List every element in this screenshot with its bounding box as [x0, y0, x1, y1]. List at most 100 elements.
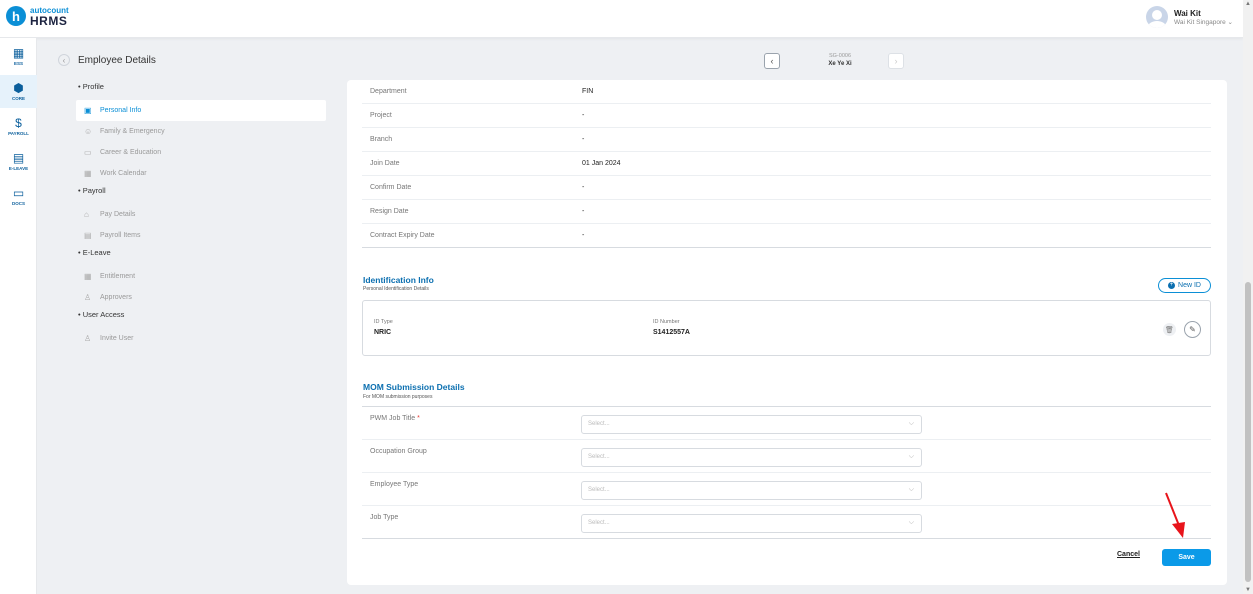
nav-item-ess[interactable]: ▦ ESS [0, 40, 37, 73]
payroll-icon: $ [15, 116, 22, 130]
id-card-icon: ▣ [84, 106, 92, 115]
nav-label: PAYROLL [8, 131, 29, 136]
sidebar-item-invite-user[interactable]: ♙ Invite User [76, 328, 326, 349]
nav-label: ESS [13, 61, 23, 66]
sidebar-item-label: Pay Details [100, 211, 136, 218]
docs-icon: ▭ [12, 186, 25, 200]
sidebar-item-label: Career & Education [100, 149, 162, 156]
page-title: Employee Details [78, 54, 156, 66]
calendar-icon: ▦ [84, 272, 92, 281]
field-label: Job Type [370, 514, 399, 521]
module-nav: ▦ ESS ⬢ CORE $ PAYROLL ▤ E-LEAVE ▭ DOCS [0, 38, 37, 594]
scroll-down-icon[interactable]: ▼ [1245, 587, 1251, 593]
scroll-thumb[interactable] [1245, 282, 1251, 582]
user-check-icon: ♙ [84, 293, 92, 302]
sidebar-item-entitlement[interactable]: ▦ Entitlement [76, 266, 326, 287]
page-header: ‹ Employee Details [58, 54, 156, 66]
pwm-job-title-select[interactable]: Select... ⌵ [581, 415, 922, 434]
sidebar-item-label: Payroll Items [100, 232, 141, 239]
id-record: ID Type NRIC ID Number S1412557A 🗑 ✎ [362, 300, 1211, 356]
detail-label: Confirm Date [370, 184, 412, 191]
calendar-icon: ▦ [84, 169, 92, 178]
identification-subtitle: Personal Identification Details [363, 286, 429, 292]
sidebar-item-pay-details[interactable]: ⌂ Pay Details [76, 204, 326, 225]
detail-label: Join Date [370, 160, 400, 167]
trash-icon[interactable]: 🗑 [1163, 323, 1176, 336]
field-label: Employee Type [370, 481, 419, 488]
sidebar-item-payroll-items[interactable]: ▤ Payroll Items [76, 225, 326, 246]
employee-type-select[interactable]: Select... ⌵ [581, 481, 922, 500]
detail-value: 01 Jan 2024 [582, 160, 621, 167]
detail-row-project: Project - [362, 104, 1211, 128]
nav-label: E-LEAVE [8, 166, 29, 171]
new-id-button[interactable]: + New ID [1158, 278, 1211, 293]
employee-name: Xe Ye Xi [828, 61, 852, 67]
top-bar: h autocount HRMS Wai Kit Wai Kit Singapo… [0, 0, 1243, 38]
back-chevron-icon[interactable]: ‹ [58, 54, 70, 66]
edit-pencil-icon[interactable]: ✎ [1184, 321, 1201, 338]
occupation-group-select[interactable]: Select... ⌵ [581, 448, 922, 467]
group-label: E-Leave [82, 248, 111, 257]
sidebar-item-label: Work Calendar [100, 170, 147, 177]
app-logo[interactable]: h autocount HRMS [6, 6, 69, 27]
previous-employee-button[interactable]: ‹ [764, 53, 780, 69]
select-placeholder: Select... [588, 421, 610, 427]
detail-value: - [582, 136, 585, 143]
next-employee-button[interactable]: › [888, 53, 904, 69]
employee-navigator: ‹ SG-0006 Xe Ye Xi › [764, 50, 904, 74]
mom-row-pwm-job-title: PWM Job Title * Select... ⌵ [362, 407, 1211, 440]
avatar[interactable] [1145, 6, 1168, 28]
mom-row-occupation-group: Occupation Group Select... ⌵ [362, 440, 1211, 473]
bank-icon: ⌂ [84, 210, 89, 219]
briefcase-icon: ▭ [84, 148, 92, 157]
group-label: Payroll [82, 186, 106, 195]
detail-value: - [582, 232, 585, 239]
detail-row-resign-date: Resign Date - [362, 200, 1211, 224]
user-plus-icon: ♙ [84, 334, 92, 343]
cancel-button[interactable]: Cancel [1117, 551, 1140, 558]
mom-row-job-type: Job Type Select... ⌵ [362, 506, 1211, 539]
user-menu[interactable]: Wai Kit Wai Kit Singapore ⌄ [1145, 6, 1233, 28]
scroll-up-icon[interactable]: ▲ [1245, 1, 1251, 7]
identification-title: Identification Info [363, 275, 434, 285]
detail-label: Branch [370, 136, 393, 143]
sidebar-group-payroll: • Payroll [78, 186, 106, 195]
sidebar-group-profile: • Profile [78, 82, 104, 91]
plus-icon: + [1168, 282, 1176, 289]
detail-row-join-date: Join Date 01 Jan 2024 [362, 152, 1211, 176]
id-number-value: S1412557A [653, 329, 690, 336]
sidebar-item-personal-info[interactable]: ▣ Personal Info [76, 100, 326, 121]
group-label: Profile [82, 82, 104, 91]
sidebar-item-approvers[interactable]: ♙ Approvers [76, 287, 326, 308]
save-button[interactable]: Save [1162, 549, 1211, 566]
sidebar-item-work-calendar[interactable]: ▦ Work Calendar [76, 163, 326, 184]
detail-row-confirm-date: Confirm Date - [362, 176, 1211, 200]
sidebar-group-eleave: • E-Leave [78, 248, 111, 257]
select-placeholder: Select... [588, 454, 610, 460]
sidebar-item-family-emergency[interactable]: ☺ Family & Emergency [76, 121, 326, 142]
details-card: Department FIN Project - Branch - Join Date… [347, 80, 1227, 585]
required-marker: * [417, 415, 420, 422]
sidebar-item-label: Invite User [100, 335, 134, 342]
nav-item-payroll[interactable]: $ PAYROLL [0, 110, 37, 143]
nav-label: CORE [11, 96, 25, 101]
detail-label: Project [370, 112, 392, 119]
mom-subtitle: For MOM submission purposes [363, 394, 433, 400]
detail-label: Resign Date [370, 208, 409, 215]
select-placeholder: Select... [588, 487, 610, 493]
user-company[interactable]: Wai Kit Singapore ⌄ [1174, 18, 1233, 26]
red-arrow-annotation [1165, 492, 1185, 538]
field-label: PWM Job Title * [370, 415, 420, 422]
detail-row-branch: Branch - [362, 128, 1211, 152]
job-type-select[interactable]: Select... ⌵ [581, 514, 922, 533]
detail-value: - [582, 184, 585, 191]
nav-label: DOCS [11, 201, 25, 206]
nav-item-docs[interactable]: ▭ DOCS [0, 180, 37, 213]
chevron-down-icon: ⌵ [908, 486, 914, 493]
id-type-value: NRIC [374, 329, 392, 336]
nav-item-core[interactable]: ⬢ CORE [0, 75, 37, 108]
nav-item-eleave[interactable]: ▤ E-LEAVE [0, 145, 37, 178]
sidebar-item-career-education[interactable]: ▭ Career & Education [76, 142, 326, 163]
page-scrollbar[interactable]: ▲ ▼ [1243, 0, 1253, 594]
detail-value: - [582, 112, 585, 119]
